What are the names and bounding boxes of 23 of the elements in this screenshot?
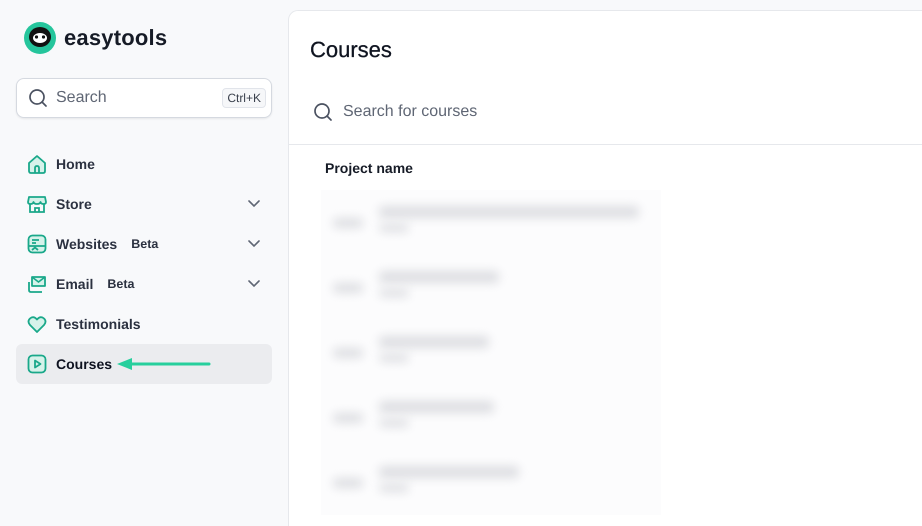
nav-item[interactable]: Courses [16,344,272,384]
brand-name: easytools [64,25,168,51]
chevron-down-icon[interactable] [248,200,260,208]
email-icon [26,273,48,295]
nav-item[interactable]: Testimonials [16,304,272,344]
search-icon [28,88,48,108]
sloth-logo-icon [24,22,56,54]
nav-item[interactable]: Store [16,184,272,224]
shortcut-hint: Ctrl+K [222,88,266,108]
page-title: Courses [310,37,393,63]
chevron-down-icon[interactable] [248,280,260,288]
websites-icon [26,233,48,255]
beta-label: Beta [107,277,134,291]
column-header: Project name [325,160,413,176]
nav-item[interactable]: Websites Beta [16,224,272,264]
home-icon [26,153,48,175]
beta-label: Beta [131,237,158,251]
store-icon [26,193,48,215]
nav-item[interactable]: Home [16,144,272,184]
search-icon [313,102,333,122]
courses-icon [26,353,48,375]
nav-item[interactable]: Email Beta [16,264,272,304]
chevron-down-icon[interactable] [248,240,260,248]
